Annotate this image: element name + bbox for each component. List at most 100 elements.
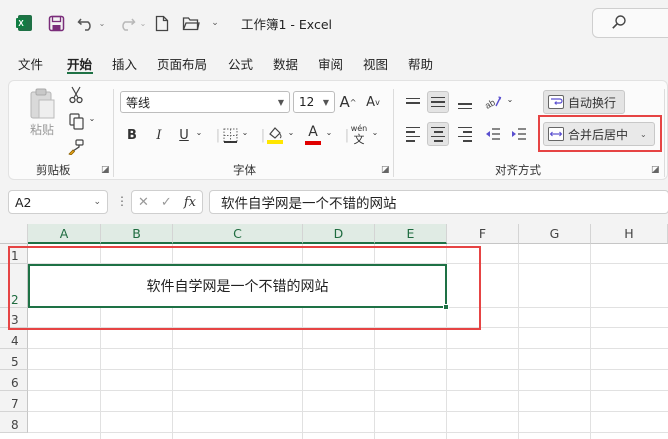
gridline <box>590 244 591 439</box>
column-header-b[interactable]: B <box>101 224 173 244</box>
paste-icon[interactable] <box>27 87 57 121</box>
font-size-select[interactable]: 12 ▼ <box>293 91 335 113</box>
grow-font-button[interactable]: A ^ <box>338 91 358 113</box>
wrap-text-label: 自动换行 <box>568 95 617 110</box>
fill-color-icon[interactable] <box>265 123 285 147</box>
phonetic-guide-button[interactable]: wén 文 <box>348 121 370 147</box>
gridline <box>518 244 519 439</box>
wrap-text-icon <box>548 95 564 109</box>
formula-input[interactable]: 软件自学网是一个不错的网站 <box>209 190 668 214</box>
align-bottom-icon[interactable] <box>455 95 475 117</box>
copy-icon[interactable] <box>67 111 85 131</box>
tab-page-layout[interactable]: 页面布局 <box>157 54 207 73</box>
orientation-icon[interactable]: ab <box>483 91 503 113</box>
save-icon[interactable] <box>45 12 67 34</box>
redo-icon[interactable] <box>116 12 138 34</box>
shrink-font-icon: A <box>366 94 376 110</box>
column-header-f[interactable]: F <box>447 224 519 244</box>
format-painter-icon[interactable] <box>67 137 85 157</box>
window-title: 工作簿1 - Excel <box>241 17 333 32</box>
redo-dropdown-icon[interactable]: ⌄ <box>138 12 148 34</box>
more-options-icon[interactable]: ⋮ <box>116 194 128 208</box>
borders-dropdown-icon[interactable]: ⌄ <box>240 128 250 137</box>
row-header-6[interactable]: 6 <box>0 370 28 391</box>
tab-formulas[interactable]: 公式 <box>228 54 253 73</box>
align-top-icon[interactable] <box>403 92 423 114</box>
column-header-d[interactable]: D <box>303 224 375 244</box>
row-header-5[interactable]: 5 <box>0 349 28 370</box>
gridline <box>28 390 668 391</box>
orientation-dropdown-icon[interactable]: ⌄ <box>505 95 515 104</box>
tab-review[interactable]: 审阅 <box>318 54 343 73</box>
svg-text:ab: ab <box>484 97 497 110</box>
row-header-8[interactable]: 8 <box>0 412 28 433</box>
tab-home[interactable]: 开始 <box>67 54 92 73</box>
quick-access-customize-icon[interactable]: ⌄ <box>208 12 222 34</box>
align-left-icon[interactable] <box>403 123 423 145</box>
tab-data[interactable]: 数据 <box>273 54 298 73</box>
column-header-h[interactable]: H <box>591 224 668 244</box>
row-header-4[interactable]: 4 <box>0 328 28 349</box>
gridline <box>28 348 668 349</box>
underline-dropdown-icon[interactable]: ⌄ <box>194 128 204 137</box>
column-header-g[interactable]: G <box>519 224 591 244</box>
group-separator <box>393 89 394 177</box>
tab-insert[interactable]: 插入 <box>112 54 137 73</box>
align-center-icon[interactable] <box>427 122 449 146</box>
align-right-icon[interactable] <box>455 123 475 145</box>
phonetic-dropdown-icon[interactable]: ⌄ <box>370 128 380 137</box>
cut-icon[interactable] <box>67 85 85 105</box>
select-all-corner[interactable] <box>0 224 28 244</box>
chevron-down-icon: ▼ <box>277 97 284 107</box>
annotation-highlight-merge-button <box>538 115 662 152</box>
annotation-highlight-merged-cell <box>8 246 481 330</box>
name-box[interactable]: A2 ⌄ <box>8 190 108 214</box>
tab-help[interactable]: 帮助 <box>408 54 433 73</box>
font-color-button[interactable]: A <box>303 123 323 147</box>
increase-indent-icon[interactable] <box>509 123 529 145</box>
shrink-font-button[interactable]: Av <box>363 91 383 113</box>
undo-dropdown-icon[interactable]: ⌄ <box>97 12 107 34</box>
tab-file[interactable]: 文件 <box>18 54 43 73</box>
font-color-dropdown-icon[interactable]: ⌄ <box>324 128 334 137</box>
font-size-value: 12 <box>299 95 315 109</box>
active-tab-indicator <box>67 72 93 74</box>
decrease-indent-icon[interactable] <box>483 123 503 145</box>
wrap-text-button[interactable]: 自动换行 <box>543 90 625 114</box>
copy-dropdown-icon[interactable]: ⌄ <box>87 114 97 123</box>
new-file-icon[interactable] <box>152 12 172 34</box>
undo-icon[interactable] <box>75 12 97 34</box>
search-icon <box>611 14 627 33</box>
group-separator <box>664 89 665 177</box>
search-box[interactable] <box>592 8 668 38</box>
row-header-7[interactable]: 7 <box>0 391 28 412</box>
column-header-a[interactable]: A <box>28 224 101 244</box>
bold-button[interactable]: B <box>123 124 141 146</box>
enter-icon[interactable]: ✓ <box>161 195 172 210</box>
clipboard-group-label: 剪贴板 <box>36 163 71 177</box>
chevron-down-icon: ⌄ <box>93 197 101 207</box>
font-color-swatch <box>305 141 321 145</box>
alignment-group-label: 对齐方式 <box>495 163 541 177</box>
column-header-e[interactable]: E <box>375 224 447 244</box>
paste-button[interactable]: 粘贴 <box>25 121 59 138</box>
italic-button[interactable]: I <box>150 124 168 146</box>
gridline <box>28 432 668 433</box>
tab-view[interactable]: 视图 <box>363 54 388 73</box>
font-group-label: 字体 <box>233 163 256 177</box>
underline-button[interactable]: U <box>175 124 193 146</box>
cancel-icon[interactable]: ✕ <box>138 195 149 210</box>
font-name-select[interactable]: 等线 ▼ <box>120 91 290 113</box>
alignment-dialog-launcher-icon[interactable]: ◪ <box>651 165 660 175</box>
insert-function-button[interactable]: fx <box>184 195 196 210</box>
font-dialog-launcher-icon[interactable]: ◪ <box>381 165 390 175</box>
clipboard-dialog-launcher-icon[interactable]: ◪ <box>101 165 110 175</box>
excel-logo-icon: X <box>14 12 36 34</box>
formula-buttons: ✕ ✓ fx <box>131 190 203 214</box>
borders-icon[interactable] <box>221 125 239 145</box>
font-color-icon: A <box>308 124 318 140</box>
align-middle-icon[interactable] <box>427 91 449 113</box>
column-header-c[interactable]: C <box>173 224 303 244</box>
open-folder-icon[interactable] <box>180 12 202 34</box>
fill-color-dropdown-icon[interactable]: ⌄ <box>286 128 296 137</box>
